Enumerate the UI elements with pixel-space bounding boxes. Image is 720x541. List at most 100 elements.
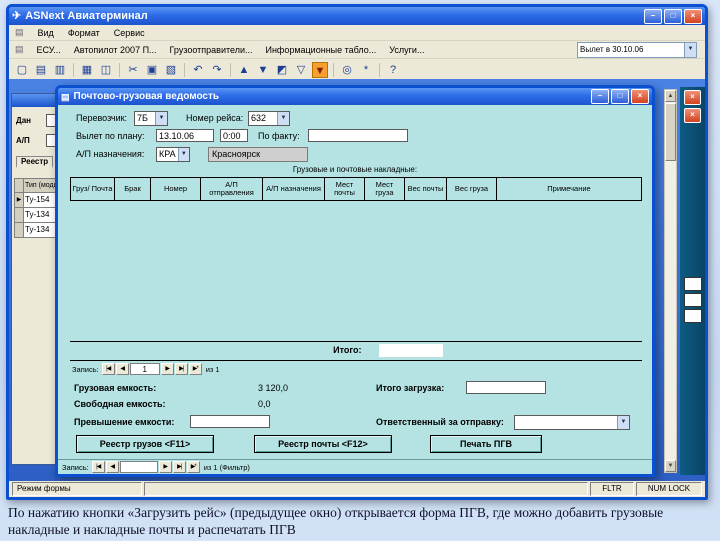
row-selector-icon[interactable]: ▶ xyxy=(14,193,24,208)
chevron-down-icon[interactable]: ▼ xyxy=(155,112,167,125)
new-icon[interactable]: ▢ xyxy=(14,62,30,78)
first-record-icon[interactable]: |◀ xyxy=(91,461,105,473)
apply-filter-icon[interactable]: ▼ xyxy=(312,62,328,78)
cargo-register-button[interactable]: Реестр грузов <F11> xyxy=(76,435,214,453)
next-record-icon[interactable]: ▶ xyxy=(160,363,174,375)
scroll-thumb[interactable] xyxy=(665,103,676,161)
planned-time-field[interactable]: 0:00 xyxy=(220,129,248,142)
destination-name: Красноярск xyxy=(208,147,308,162)
clipped-field xyxy=(683,309,702,323)
waybills-table-body[interactable] xyxy=(70,201,642,342)
column-header[interactable]: Вес груза xyxy=(447,178,497,200)
edge-spacer xyxy=(680,125,705,275)
scroll-up-icon[interactable]: ▲ xyxy=(665,90,676,102)
prev-record-icon[interactable]: ◀ xyxy=(105,461,119,473)
actual-departure-field[interactable] xyxy=(308,129,408,142)
find-icon[interactable]: ◎ xyxy=(339,62,355,78)
mail-register-button[interactable]: Реестр почты <F12> xyxy=(254,435,392,453)
menu-item-service[interactable]: Сервис xyxy=(114,28,145,38)
last-record-icon[interactable]: ▶| xyxy=(172,461,186,473)
flight-date-select[interactable]: Вылет в 30.10.06 ▼ xyxy=(577,42,697,58)
close-icon[interactable]: × xyxy=(684,108,701,123)
menu-item-view[interactable]: Вид xyxy=(38,28,54,38)
tab-register[interactable]: Реестр xyxy=(16,156,54,168)
responsible-select[interactable]: ▼ xyxy=(514,415,630,430)
column-header[interactable]: Брак xyxy=(115,178,151,200)
chevron-down-icon[interactable]: ▼ xyxy=(177,148,189,161)
row-selector-header xyxy=(14,178,24,193)
record-position-field[interactable]: 1 xyxy=(129,363,160,375)
minimize-icon[interactable]: – xyxy=(591,89,609,104)
new-record-icon[interactable]: ▶* xyxy=(186,461,200,473)
copy-icon[interactable]: ▣ xyxy=(144,62,160,78)
total-load-field xyxy=(466,381,546,394)
free-capacity-label: Свободная емкость: xyxy=(74,399,166,409)
vertical-scrollbar[interactable]: ▲ ▼ xyxy=(664,89,677,473)
column-header[interactable]: Номер xyxy=(151,178,201,200)
excess-capacity-field[interactable] xyxy=(190,415,270,428)
print-preview-icon[interactable]: ◫ xyxy=(98,62,114,78)
new-record-icon[interactable]: ▶* xyxy=(188,363,202,375)
record-count: из 1 (Фильтр) xyxy=(203,462,250,472)
filter-by-selection-icon[interactable]: ◩ xyxy=(274,62,290,78)
toolbar-separator xyxy=(230,63,231,77)
column-header[interactable]: Примечание xyxy=(497,178,641,200)
close-icon[interactable]: × xyxy=(684,8,702,24)
close-icon[interactable]: × xyxy=(684,90,701,105)
maximize-icon[interactable]: □ xyxy=(611,89,629,104)
close-icon[interactable]: × xyxy=(631,89,649,104)
app-titlebar[interactable]: ✈ ASNext Авиатерминал – □ × xyxy=(9,7,705,25)
help-icon[interactable]: ? xyxy=(385,62,401,78)
clipped-field xyxy=(683,293,702,307)
row-selector[interactable] xyxy=(14,208,24,223)
paste-icon[interactable]: ▧ xyxy=(163,62,179,78)
last-record-icon[interactable]: ▶| xyxy=(174,363,188,375)
nav-item-services[interactable]: Услуги... xyxy=(389,45,424,55)
undo-icon[interactable]: ↶ xyxy=(190,62,206,78)
waybills-table: Груз/ Почта Брак Номер А/П отправления А… xyxy=(70,177,642,361)
column-header[interactable]: Мест груза xyxy=(365,178,405,200)
filter-by-form-icon[interactable]: ▽ xyxy=(293,62,309,78)
prev-record-icon[interactable]: ◀ xyxy=(115,363,129,375)
column-header[interactable]: Вес почты xyxy=(405,178,447,200)
column-header[interactable]: Груз/ Почта xyxy=(71,178,115,200)
nav-item-esu[interactable]: ЕСУ... xyxy=(37,45,61,55)
cut-icon[interactable]: ✂ xyxy=(125,62,141,78)
caption-line-1: По нажатию кнопки «Загрузить рейс» (пред… xyxy=(8,505,664,520)
sort-desc-icon[interactable]: ▼ xyxy=(255,62,271,78)
row-selector[interactable] xyxy=(14,223,24,238)
redo-icon[interactable]: ↷ xyxy=(209,62,225,78)
waybills-table-header: Груз/ Почта Брак Номер А/П отправления А… xyxy=(70,177,642,201)
scroll-down-icon[interactable]: ▼ xyxy=(665,460,676,472)
print-pgv-button[interactable]: Печать ПГВ xyxy=(430,435,542,453)
nav-item-shippers[interactable]: Грузоотправители... xyxy=(170,45,253,55)
waybills-totals-row: Итого: xyxy=(70,342,642,361)
menu-item-format[interactable]: Формат xyxy=(68,28,100,38)
chevron-down-icon[interactable]: ▼ xyxy=(684,43,696,57)
record-position-field[interactable] xyxy=(119,461,158,473)
nav-item-info-boards[interactable]: Информационные табло... xyxy=(265,45,376,55)
pgv-dialog-titlebar[interactable]: ▤ Почтово-грузовая ведомость – □ × xyxy=(58,88,652,105)
print-icon[interactable]: ▦ xyxy=(79,62,95,78)
toolbar-separator xyxy=(119,63,120,77)
new-record-icon[interactable]: * xyxy=(358,62,374,78)
chevron-down-icon[interactable]: ▼ xyxy=(277,112,289,125)
minimize-icon[interactable]: – xyxy=(644,8,662,24)
first-record-icon[interactable]: |◀ xyxy=(101,363,115,375)
planned-date-field[interactable]: 13.10.06 xyxy=(156,129,214,142)
chevron-down-icon[interactable]: ▼ xyxy=(617,416,629,429)
carrier-select[interactable]: 7Б ▼ xyxy=(134,111,168,126)
flight-number-select[interactable]: 632 ▼ xyxy=(248,111,290,126)
responsible-value xyxy=(515,416,617,429)
save-icon[interactable]: ▥ xyxy=(52,62,68,78)
destination-code: КРА xyxy=(159,149,176,159)
next-record-icon[interactable]: ▶ xyxy=(158,461,172,473)
maximize-icon[interactable]: □ xyxy=(664,8,682,24)
nav-item-autopilot[interactable]: Автопилот 2007 П... xyxy=(74,45,157,55)
column-header[interactable]: А/П назначения xyxy=(263,178,325,200)
sort-asc-icon[interactable]: ▲ xyxy=(236,62,252,78)
open-icon[interactable]: ▤ xyxy=(33,62,49,78)
destination-select[interactable]: КРА ▼ xyxy=(156,147,190,162)
column-header[interactable]: Мест почты xyxy=(325,178,365,200)
column-header[interactable]: А/П отправления xyxy=(201,178,263,200)
